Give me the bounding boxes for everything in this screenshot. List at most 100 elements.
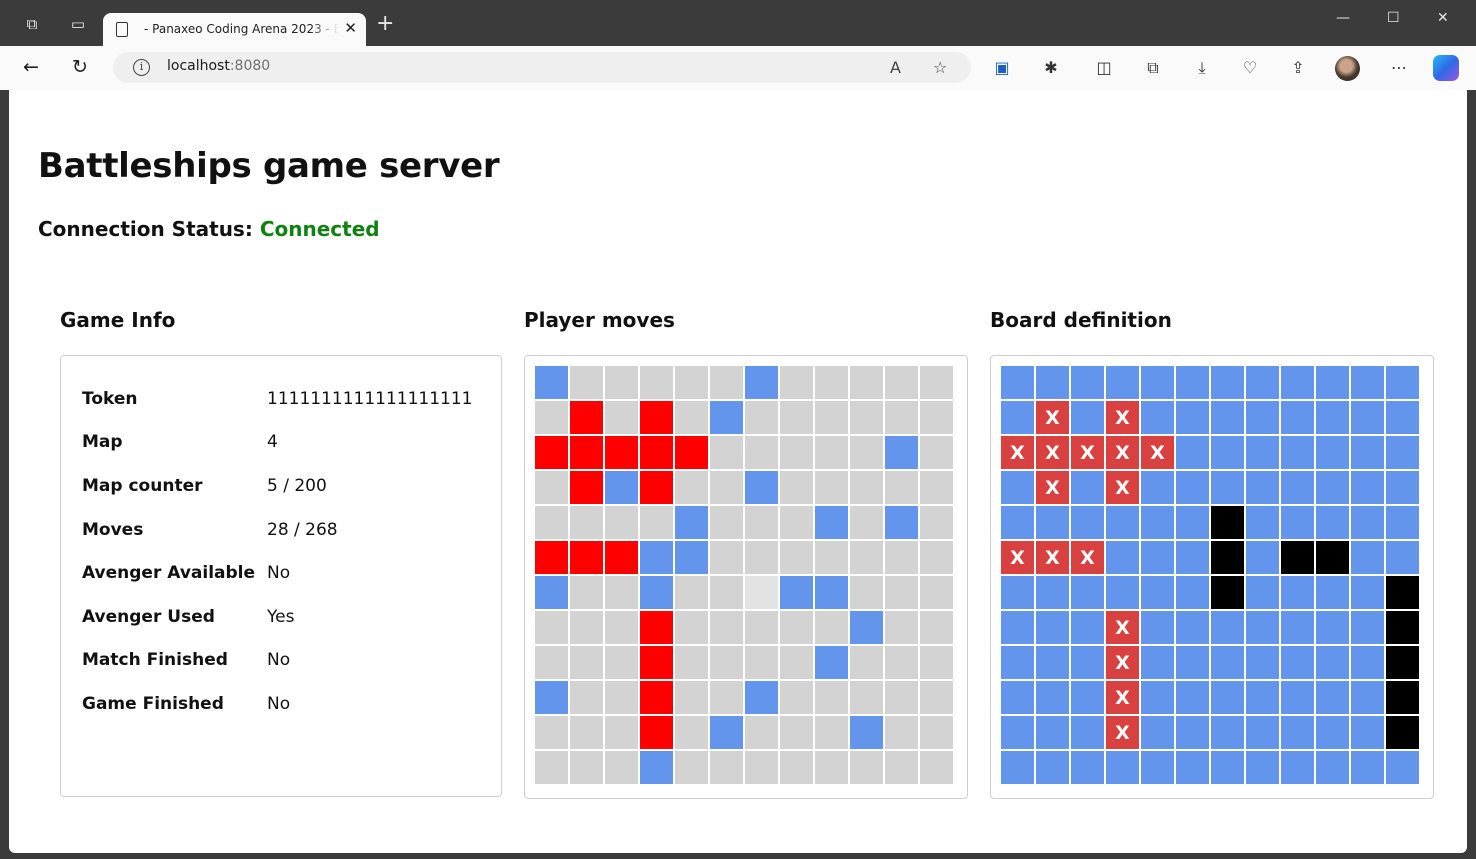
moves-cell-unknown [745, 506, 778, 539]
moves-cell-unknown [535, 401, 568, 434]
moves-cell-unknown [710, 506, 743, 539]
board-cell-water [1176, 751, 1209, 784]
board-cell-water [1351, 751, 1384, 784]
game-info-table: Token 1111111111111111111 Map 4 Map counter 5… [82, 377, 473, 726]
board-cell-water [1071, 681, 1104, 714]
game-info-row: Avenger Used Yes [82, 595, 473, 639]
page-content: Battleships game server Connection Statu… [9, 90, 1467, 853]
browser-toolbar: ← ↻ i localhost:8080 A ☆ ▣ ✱ ◫ ⧉ ⤓ ♡ ⇪ ⋯ [0, 46, 1476, 90]
board-cell-water [1211, 646, 1244, 679]
downloads-icon[interactable]: ⤓ [1191, 57, 1213, 79]
split-screen-icon[interactable]: ◫ [1093, 57, 1115, 79]
moves-cell-unknown [780, 471, 813, 504]
board-cell-water [1211, 716, 1244, 749]
profile-avatar[interactable] [1335, 56, 1360, 81]
moves-cell-hit [570, 401, 603, 434]
board-cell-water [1036, 716, 1069, 749]
board-cell-water [1316, 506, 1349, 539]
close-window-icon[interactable]: ✕ [1437, 10, 1449, 26]
moves-cell-unknown [815, 366, 848, 399]
moves-cell-unknown [570, 681, 603, 714]
board-cell-water [1281, 611, 1314, 644]
extension-icon[interactable]: ▣ [991, 57, 1013, 79]
tab-title: - Panaxeo Coding Arena 2023 - Battleship… [144, 22, 339, 36]
board-cell-water [1281, 646, 1314, 679]
board-cell-water [1351, 611, 1384, 644]
board-cell-hit-ship: X [1106, 401, 1139, 434]
maximize-icon[interactable]: ☐ [1387, 10, 1400, 26]
moves-cell-unknown [745, 646, 778, 679]
moves-cell-unknown [570, 646, 603, 679]
moves-cell-unknown [850, 506, 883, 539]
board-cell-water [1281, 436, 1314, 469]
browser-tab[interactable]: - Panaxeo Coding Arena 2023 - Battleship… [103, 13, 366, 47]
game-info-value: 5 / 200 [267, 475, 327, 496]
collections-icon[interactable]: ⧉ [1142, 57, 1164, 79]
game-info-row: Map counter 5 / 200 [82, 464, 473, 508]
minimize-icon[interactable]: — [1336, 10, 1350, 26]
board-cell-water [1176, 681, 1209, 714]
board-cell-hit-ship: X [1001, 541, 1034, 574]
new-tab-icon[interactable]: + [376, 13, 394, 35]
board-cell-hit-ship: X [1036, 401, 1069, 434]
board-cell-water [1281, 471, 1314, 504]
board-cell-water [1316, 716, 1349, 749]
favorite-star-icon[interactable]: ☆ [933, 58, 947, 77]
moves-cell-unknown [780, 681, 813, 714]
board-cell-water [1316, 681, 1349, 714]
moves-cell-unknown [710, 611, 743, 644]
moves-cell-unknown [850, 681, 883, 714]
board-cell-water [1036, 611, 1069, 644]
board-cell-water [1351, 471, 1384, 504]
browser-essentials-icon[interactable]: ♡ [1239, 57, 1261, 79]
game-info-row: Game Finished No [82, 682, 473, 726]
workspaces-icon[interactable]: ⧉ [22, 14, 42, 34]
board-cell-water [1141, 646, 1174, 679]
board-cell-water [1071, 576, 1104, 609]
moves-cell-miss [605, 471, 638, 504]
address-bar[interactable]: i localhost:8080 A ☆ [113, 52, 971, 83]
moves-cell-unknown [605, 576, 638, 609]
more-menu-icon[interactable]: ⋯ [1388, 57, 1410, 79]
moves-cell-unknown [885, 401, 918, 434]
copilot-icon[interactable] [1433, 55, 1459, 81]
moves-cell-miss [675, 506, 708, 539]
board-cell-water [1281, 576, 1314, 609]
moves-cell-unknown [605, 716, 638, 749]
back-icon[interactable]: ← [23, 56, 39, 78]
board-cell-water [1036, 576, 1069, 609]
game-info-title: Game Info [60, 308, 176, 332]
board-cell-water [1351, 436, 1384, 469]
board-cell-water [1316, 751, 1349, 784]
board-cell-water [1001, 716, 1034, 749]
moves-cell-unknown [885, 541, 918, 574]
moves-cell-hit [640, 436, 673, 469]
moves-cell-unknown [920, 646, 953, 679]
game-info-row: Token 1111111111111111111 [82, 377, 473, 421]
board-cell-water [1036, 751, 1069, 784]
board-cell-water [1316, 576, 1349, 609]
board-cell-water [1316, 611, 1349, 644]
tab-actions-icon[interactable]: ▭ [68, 14, 88, 34]
moves-cell-hit [640, 401, 673, 434]
moves-cell-unknown [815, 681, 848, 714]
moves-cell-unknown [815, 436, 848, 469]
extensions-puzzle-icon[interactable]: ✱ [1040, 57, 1062, 79]
moves-cell-unknown [920, 716, 953, 749]
site-info-icon[interactable]: i [133, 59, 150, 76]
refresh-icon[interactable]: ↻ [72, 56, 88, 78]
board-cell-water [1246, 366, 1279, 399]
moves-cell-unknown [780, 436, 813, 469]
moves-cell-unknown [815, 401, 848, 434]
moves-cell-unknown [920, 541, 953, 574]
moves-cell-unknown [570, 611, 603, 644]
board-cell-water [1141, 751, 1174, 784]
board-cell-hit-ship: X [1106, 436, 1139, 469]
share-icon[interactable]: ⇪ [1287, 57, 1309, 79]
connection-status-value: Connected [259, 217, 380, 241]
board-cell-water [1071, 401, 1104, 434]
close-tab-icon[interactable]: ✕ [344, 19, 357, 37]
board-cell-water [1176, 611, 1209, 644]
board-cell-ship [1316, 541, 1349, 574]
read-aloud-icon[interactable]: A [890, 58, 901, 77]
